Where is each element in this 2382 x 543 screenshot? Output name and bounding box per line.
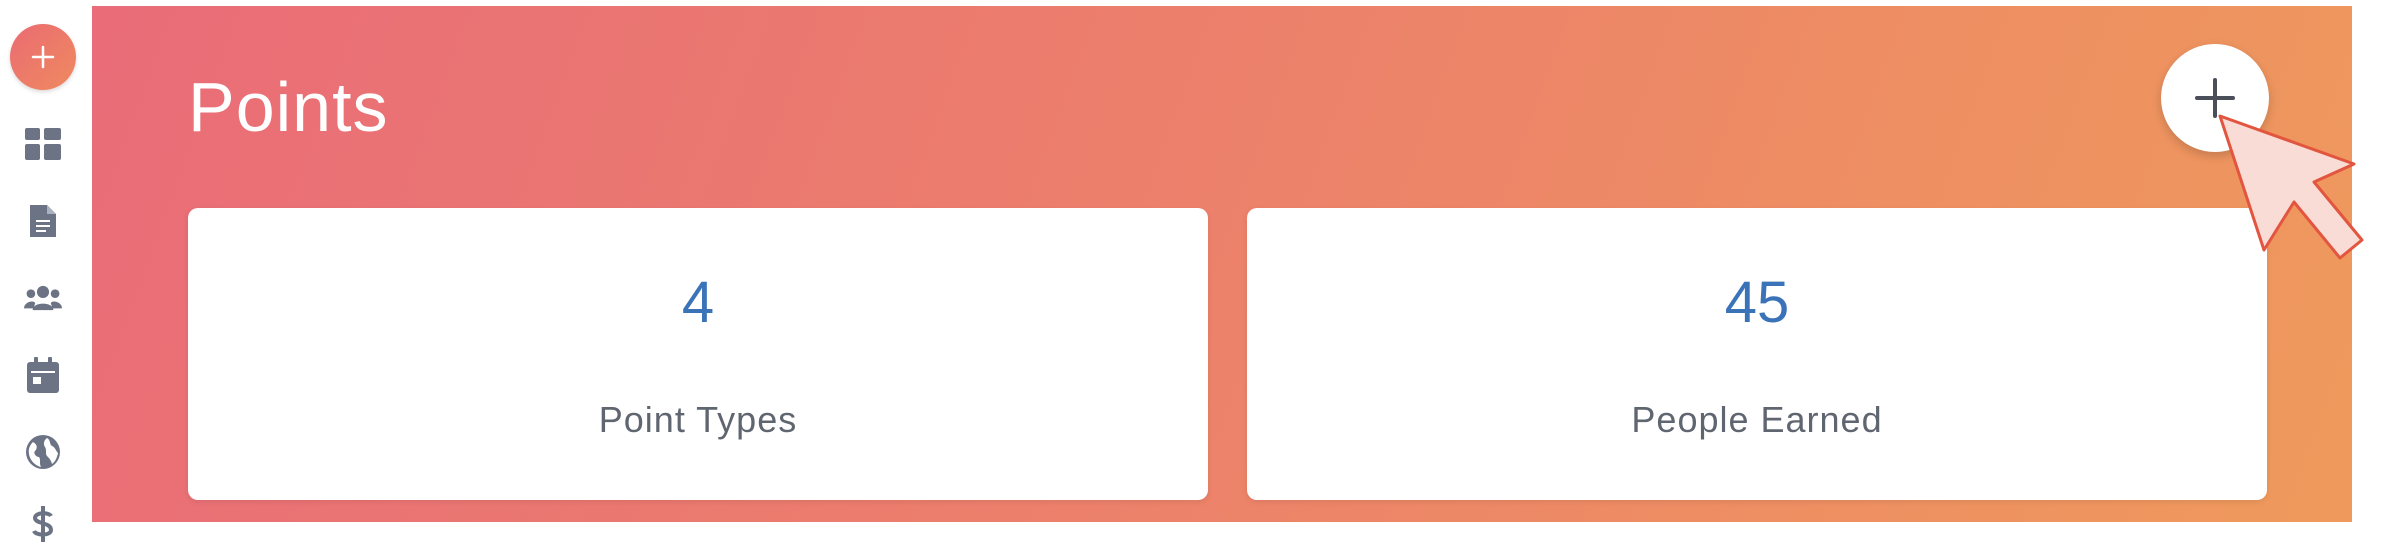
stat-value: 4 — [681, 270, 715, 335]
sidebar-item-documents[interactable] — [24, 202, 62, 240]
stat-card-point-types: 4 Point Types — [188, 208, 1208, 500]
document-icon — [30, 205, 56, 237]
dashboard-icon — [25, 128, 61, 160]
sidebar-item-globe[interactable] — [24, 433, 62, 471]
calendar-icon — [27, 357, 59, 393]
people-icon — [24, 285, 62, 311]
sidebar-item-dashboard[interactable] — [24, 125, 62, 163]
points-hero-banner: Points 4 Point Types 45 People Earned — [92, 6, 2352, 522]
dollar-icon — [32, 506, 54, 542]
sidebar-add-button[interactable] — [10, 24, 76, 90]
globe-icon — [26, 435, 60, 469]
page-title: Points — [188, 68, 389, 146]
stat-label: People Earned — [1631, 399, 1883, 440]
sidebar — [0, 0, 92, 542]
cursor-pointer-icon — [2214, 110, 2374, 260]
sidebar-item-calendar[interactable] — [24, 356, 62, 394]
sidebar-item-people[interactable] — [24, 279, 62, 317]
stat-value: 45 — [1724, 270, 1790, 335]
stat-card-people-earned: 45 People Earned — [1247, 208, 2267, 500]
stat-label: Point Types — [598, 399, 798, 440]
plus-icon — [31, 45, 55, 69]
sidebar-item-finance[interactable] — [24, 505, 62, 543]
